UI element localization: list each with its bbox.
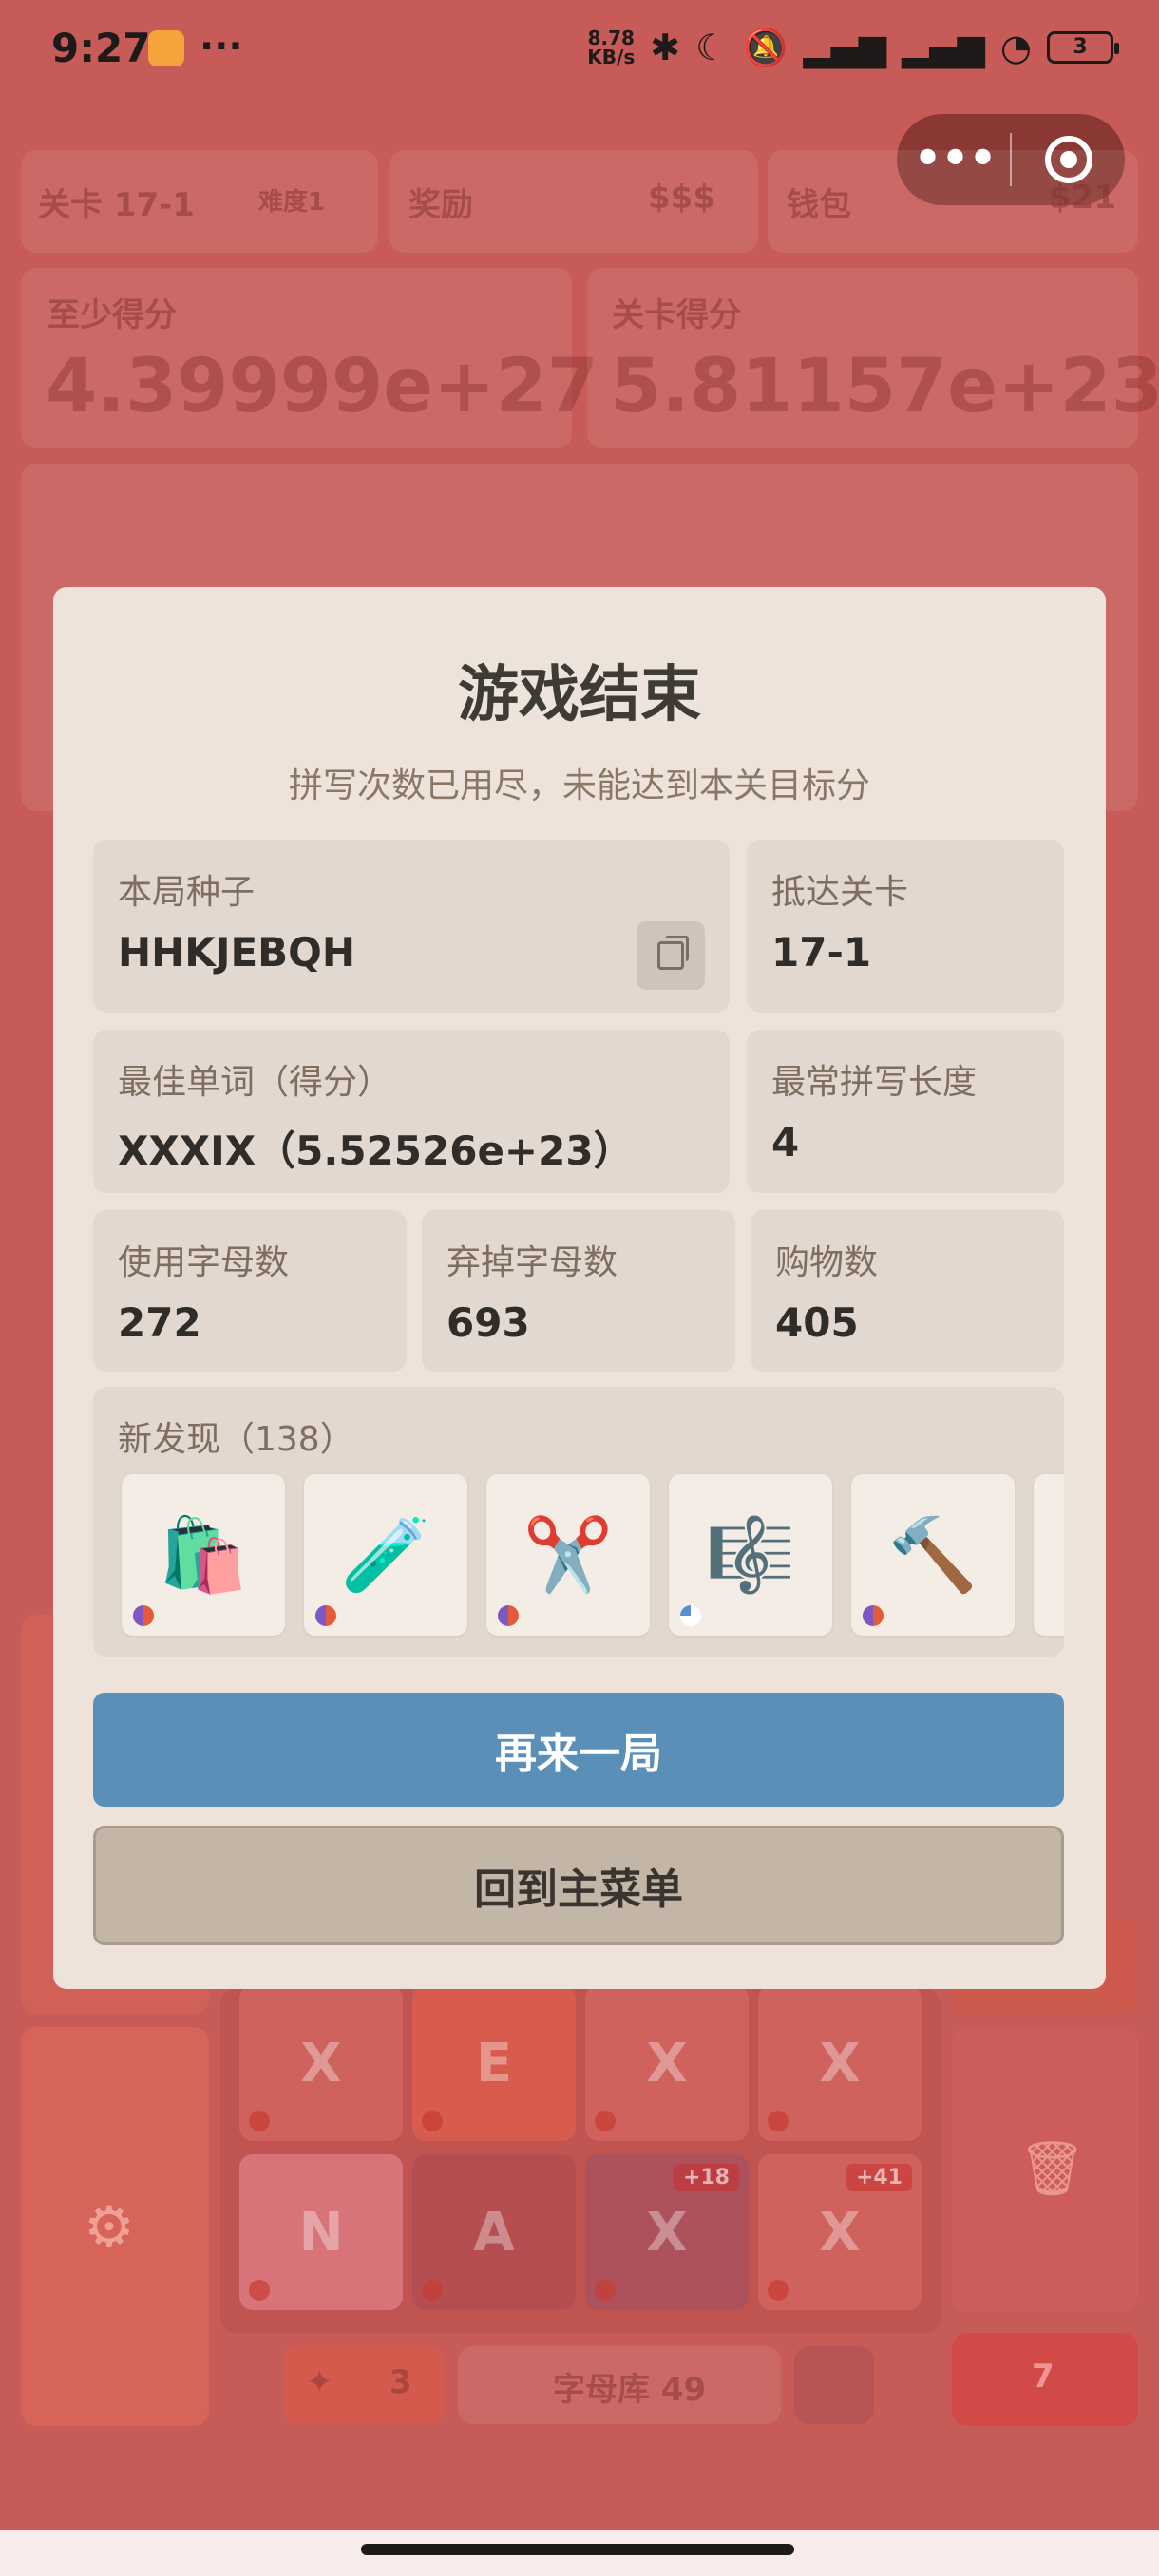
- trash-icon: 🗑: [1018, 2138, 1087, 2200]
- best-word-label: 最佳单词（得分）: [118, 1063, 392, 1102]
- bg-level-label: 关卡 17-1: [38, 186, 195, 224]
- test-tube-icon: 🧪: [340, 1512, 431, 1597]
- seed-card: 本局种子 HHKJEBQH: [93, 840, 730, 1013]
- home-indicator[interactable]: [361, 2544, 794, 2555]
- discoveries-panel: 新发现（138） 🛍️ 🧪 ✂️ 🎼 🔨: [93, 1387, 1064, 1657]
- purchases-value: 405: [775, 1299, 859, 1346]
- gear-icon: ⚙: [84, 2194, 135, 2261]
- bg-reward-value: $$$: [648, 179, 715, 217]
- scissors-icon: ✂️: [522, 1512, 614, 1597]
- bg-hint-button: ✦ 3: [283, 2346, 445, 2424]
- discovery-item[interactable]: 🛍️: [122, 1474, 285, 1636]
- bg-reward-card: 奖励 $$$: [390, 150, 758, 253]
- bg-discard-panel: 🗑: [952, 2027, 1138, 2312]
- bg-tile: X: [239, 1985, 403, 2141]
- copy-icon: [657, 936, 689, 970]
- rarity-dot: [680, 1605, 701, 1626]
- rarity-dot: [315, 1605, 336, 1626]
- bg-level-score-card: 关卡得分 5.81157e+23: [587, 268, 1159, 448]
- app-notification-icon: [148, 30, 184, 66]
- discovery-item[interactable]: 🧪: [304, 1474, 467, 1636]
- bg-level-card: 关卡 17-1 难度1: [21, 150, 378, 253]
- bg-min-score-card: 至少得分 4.39999e+27: [21, 268, 598, 448]
- letters-used-card: 使用字母数 272: [93, 1210, 407, 1372]
- mute-bell-icon: 🔕: [743, 27, 788, 68]
- rarity-dot: [133, 1605, 154, 1626]
- bg-tile: A: [412, 2154, 576, 2310]
- bg-wallet-value: $21: [1049, 179, 1116, 217]
- rarity-dot: [863, 1605, 884, 1626]
- bg-difficulty: 难度1: [258, 188, 326, 217]
- common-length-value: 4: [771, 1119, 800, 1165]
- shopping-bags-icon: 🛍️: [158, 1512, 249, 1597]
- bg-level-score-value: 5.81157e+23: [610, 344, 1159, 429]
- letters-discarded-card: 弃掉字母数 693: [422, 1210, 735, 1372]
- bookmark-icon: [794, 2346, 874, 2424]
- letters-discarded-value: 693: [446, 1299, 530, 1346]
- bg-wallet-label: 钱包: [787, 186, 851, 224]
- signal-icon: ▂▄▆: [803, 27, 887, 68]
- seed-value: HHKJEBQH: [118, 929, 356, 975]
- bg-level-score-label: 关卡得分: [612, 296, 741, 334]
- bg-tile: X: [758, 1985, 922, 2141]
- bg-min-score-label: 至少得分: [48, 296, 177, 334]
- bg-letter-pool: 字母库 49: [458, 2346, 781, 2424]
- signal-icon-2: ▂▄▆: [902, 27, 985, 68]
- bg-letter-pool-label: 字母库 49: [553, 2371, 707, 2409]
- bg-remaining-value: 7: [1032, 2358, 1054, 2396]
- discovery-item-partial[interactable]: [1034, 1474, 1064, 1636]
- letters-discarded-label: 弃掉字母数: [446, 1243, 618, 1282]
- bg-remaining-card: 7: [952, 2333, 1138, 2426]
- discovery-item[interactable]: ✂️: [486, 1474, 650, 1636]
- bg-hint-count: 3: [390, 2363, 412, 2401]
- battery-icon: 3: [1047, 31, 1119, 64]
- discovery-item[interactable]: 🎼: [669, 1474, 832, 1636]
- hammer-icon: 🔨: [887, 1512, 978, 1597]
- copy-seed-button[interactable]: [636, 921, 705, 990]
- rarity-dot: [498, 1605, 519, 1626]
- discoveries-label: 新发现（138）: [118, 1420, 354, 1459]
- network-speed-unit: KB/s: [587, 46, 636, 68]
- status-icons: 8.78 KB/s ✱ ☾ 🔕 ▂▄▆ ▂▄▆ ◔ 3: [587, 27, 1119, 68]
- reached-level-card: 抵达关卡 17-1: [747, 840, 1064, 1013]
- status-more: ···: [200, 25, 243, 68]
- letters-used-label: 使用字母数: [118, 1243, 290, 1282]
- play-again-button[interactable]: 再来一局: [93, 1693, 1064, 1807]
- purchases-label: 购物数: [775, 1243, 879, 1282]
- reached-level-value: 17-1: [771, 929, 872, 975]
- common-length-card: 最常拼写长度 4: [747, 1030, 1064, 1193]
- lightbulb-icon: ✦: [306, 2363, 333, 2401]
- dialog-title: 游戏结束: [458, 660, 701, 730]
- network-speed: 8.78 KB/s: [587, 28, 635, 66]
- discoveries-list[interactable]: 🛍️ 🧪 ✂️ 🎼 🔨: [122, 1474, 1064, 1636]
- bg-tile: X +41: [758, 2154, 922, 2310]
- main-menu-button[interactable]: 回到主菜单: [93, 1826, 1064, 1945]
- bluetooth-icon: ✱: [650, 27, 681, 68]
- letters-used-value: 272: [118, 1299, 201, 1346]
- bg-wallet-card: 钱包 $21: [768, 150, 1138, 253]
- status-bar: 9:27 ··· 8.78 KB/s ✱ ☾ 🔕 ▂▄▆ ▂▄▆ ◔ 3: [0, 0, 1159, 95]
- reached-level-label: 抵达关卡: [771, 873, 909, 912]
- bg-tile: X: [585, 1985, 749, 2141]
- wifi-icon: ◔: [999, 27, 1032, 68]
- seed-label: 本局种子: [118, 873, 256, 912]
- music-score-icon: 🎼: [705, 1512, 796, 1597]
- bg-tile: X +18: [585, 2154, 749, 2310]
- bg-min-score-value: 4.39999e+27: [46, 344, 599, 429]
- dialog-subtitle: 拼写次数已用尽，未能达到本关目标分: [288, 767, 870, 805]
- purchases-card: 购物数 405: [750, 1210, 1064, 1372]
- bg-reward-label: 奖励: [408, 186, 473, 224]
- best-word-card: 最佳单词（得分） XXXIX（5.52526e+23）: [93, 1030, 730, 1193]
- best-word-value: XXXIX（5.52526e+23）: [118, 1127, 634, 1174]
- game-over-dialog: 游戏结束 拼写次数已用尽，未能达到本关目标分 本局种子 HHKJEBQH 抵达关…: [53, 587, 1106, 1989]
- discovery-item[interactable]: 🔨: [851, 1474, 1015, 1636]
- status-time: 9:27: [51, 25, 151, 71]
- common-length-label: 最常拼写长度: [771, 1063, 978, 1102]
- moon-icon: ☾: [695, 27, 729, 68]
- bg-tile: N: [239, 2154, 403, 2310]
- bg-tile: E: [412, 1985, 576, 2141]
- bg-settings-panel: ⚙: [21, 2027, 209, 2426]
